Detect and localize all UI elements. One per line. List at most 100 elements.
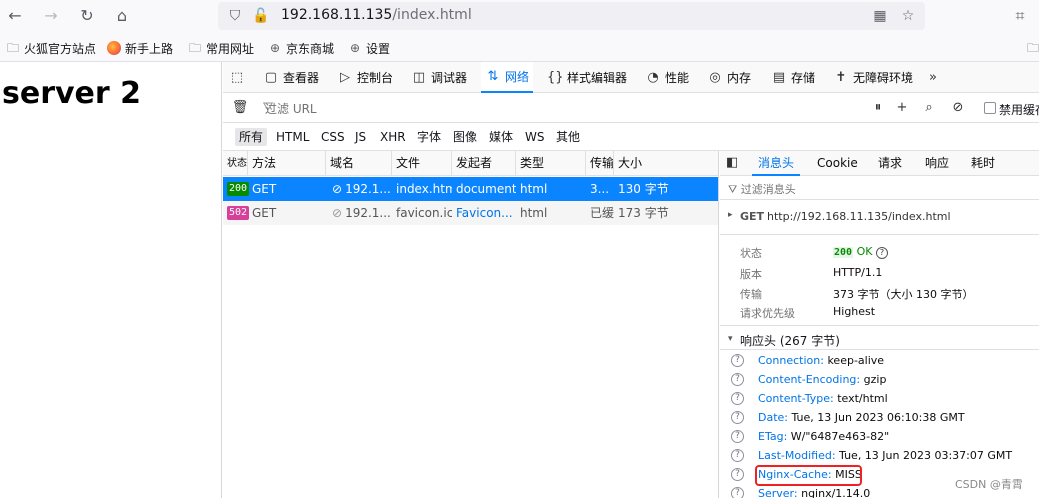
table-row[interactable]: 502 GET ⊘192.1... favicon.ico Favicon...… (223, 201, 718, 225)
type-filter-css[interactable]: CSS (317, 128, 349, 146)
globe-icon: ⊕ (269, 41, 281, 55)
type-filter-images[interactable]: 图像 (449, 128, 481, 146)
tab-network[interactable]: ⇅ 网络 (481, 62, 534, 93)
folder-icon[interactable]: 🗀 (1026, 39, 1039, 57)
toggle-sidebar-icon[interactable]: ◧ (726, 151, 738, 176)
storage-icon: ▤ (772, 70, 786, 85)
forward-icon[interactable]: → (40, 5, 62, 27)
type-filter-js[interactable]: JS (351, 128, 370, 146)
filter-url-input[interactable]: 过滤 URL (265, 100, 317, 117)
table-header: 状态 方法 域名 文件 发起者 类型 传输 大小 (223, 151, 718, 176)
type-filter-other[interactable]: 其他 (552, 128, 584, 146)
tab-inspector[interactable]: ▢ 查看器 (263, 62, 319, 93)
filter-icon: ⛛ (728, 183, 741, 196)
trash-icon[interactable]: 🗑 (231, 99, 249, 117)
bookmark-item[interactable]: 新手上路 (107, 39, 173, 57)
tab-request[interactable]: 请求 (878, 151, 902, 176)
bookmark-item[interactable]: 🗀 常用网址 (188, 39, 254, 57)
url-bar[interactable]: ⛉ 🔓 192.168.11.135/index.html ▦ ☆ (218, 2, 925, 30)
col-status[interactable]: 状态 (223, 151, 248, 176)
bookmark-item[interactable]: 🗀 火狐官方站点 (6, 39, 96, 57)
tab-headers[interactable]: 消息头 (752, 151, 801, 176)
cell-domain: ⊘ 192.1... (332, 182, 391, 196)
disable-cache-checkbox[interactable] (984, 102, 996, 114)
tab-memory[interactable]: ◎ 内存 (707, 62, 751, 93)
bookmarks-bar: 🗀 火狐官方站点 新手上路 🗀 常用网址 ⊕ 京东商城 ⊕ 设置 🗀 (0, 32, 1039, 62)
element-picker-icon[interactable]: ⬚ (229, 62, 245, 93)
collapse-icon: ▾ (728, 334, 733, 344)
response-header[interactable]: ? Content-Encoding: gzip (720, 371, 1039, 390)
response-header[interactable]: ? Date: Tue, 13 Jun 2023 06:10:38 GMT (720, 409, 1039, 428)
tab-timings[interactable]: 耗时 (971, 151, 995, 176)
type-filter-html[interactable]: HTML (272, 128, 313, 146)
col-domain[interactable]: 域名 (326, 151, 392, 176)
more-tabs-icon[interactable]: » (925, 62, 941, 93)
cell-file: index.htm (396, 182, 452, 196)
devtools-panel: ⬚ ▢ 查看器 ▷ 控制台 ◫ 调试器 ⇅ 网络 {} 样式编辑器 ◔ 性能 ◎ 内存 ▤ 存储… (223, 62, 1039, 498)
insecure-lock-icon[interactable]: 🔓 (251, 6, 271, 26)
crop-icon[interactable]: ⌗ (1009, 5, 1031, 27)
response-header[interactable]: ? Connection: keep-alive (720, 352, 1039, 371)
home-icon[interactable]: ⌂ (111, 5, 133, 27)
accessibility-icon: ✝ (835, 70, 847, 85)
disable-cache-label: 禁用缓存 (999, 103, 1039, 117)
request-table: 状态 方法 域名 文件 发起者 类型 传输 大小 200 GET ⊘ 192.1.… (223, 151, 719, 498)
shield-icon[interactable]: ⛉ (225, 6, 245, 26)
bookmark-star-icon[interactable]: ☆ (898, 6, 918, 26)
status-badge: 502 (227, 206, 249, 220)
request-details-panel: ◧ 消息头 Cookie 请求 响应 耗时 ⛛ 过滤消息头 ▸ GET http… (720, 151, 1039, 498)
col-type[interactable]: 类型 (516, 151, 586, 176)
cell-initiator[interactable]: Favicon... (452, 201, 516, 225)
headers-filter[interactable]: ⛛ 过滤消息头 (720, 176, 1039, 200)
pause-icon[interactable]: ⏸ (869, 99, 887, 117)
page-title: server 2 (2, 76, 142, 111)
gauge-icon: ◔ (647, 70, 659, 85)
tab-performance[interactable]: ◔ 性能 (645, 62, 689, 93)
col-method[interactable]: 方法 (248, 151, 326, 176)
help-icon: ? (731, 430, 744, 443)
table-row[interactable]: 200 GET ⊘ 192.1... index.htm document htm… (223, 177, 718, 201)
reload-icon[interactable]: ↻ (76, 5, 98, 27)
back-icon[interactable]: ← (4, 5, 26, 27)
response-header[interactable]: ? Last-Modified: Tue, 13 Jun 2023 03:37:0… (720, 447, 1039, 466)
type-filter-fonts[interactable]: 字体 (413, 128, 445, 146)
type-filter-xhr[interactable]: XHR (376, 128, 410, 146)
insecure-icon: ⊘ (332, 206, 343, 220)
block-icon[interactable]: ⊘ (949, 99, 967, 117)
response-header[interactable]: ? ETag: W/"6487e463-82" (720, 428, 1039, 447)
bookmark-item[interactable]: ⊕ 京东商城 (268, 39, 334, 57)
help-icon: ? (731, 392, 744, 405)
type-filter-media[interactable]: 媒体 (485, 128, 517, 146)
tab-response[interactable]: 响应 (925, 151, 949, 176)
memory-icon: ◎ (709, 70, 721, 85)
network-icon: ⇅ (487, 69, 499, 84)
col-transfer[interactable]: 传输 (586, 151, 614, 176)
cell-size: 130 字节 (618, 182, 669, 196)
status-badge: 200 (227, 182, 249, 196)
col-initiator[interactable]: 发起者 (452, 151, 516, 176)
type-filter-all[interactable]: 所有 (235, 128, 268, 146)
help-icon: ? (731, 487, 744, 498)
search-icon[interactable]: ⌕ (920, 99, 938, 117)
tab-storage[interactable]: ▤ 存储 (771, 62, 815, 93)
tab-debugger[interactable]: ◫ 调试器 (411, 62, 467, 93)
tab-style-editor[interactable]: {} 样式编辑器 (547, 62, 627, 93)
cell-transfer: 3... (590, 182, 610, 196)
col-size[interactable]: 大小 (614, 151, 718, 176)
folder-icon: 🗀 (6, 41, 19, 55)
col-file[interactable]: 文件 (392, 151, 452, 176)
type-filter-ws[interactable]: WS (521, 128, 548, 146)
tab-cookie[interactable]: Cookie (817, 151, 858, 176)
details-tabs: ◧ 消息头 Cookie 请求 响应 耗时 (720, 151, 1039, 176)
help-icon[interactable]: ? (875, 247, 888, 259)
qr-code-icon[interactable]: ▦ (870, 6, 890, 26)
response-header[interactable]: ? Content-Type: text/html (720, 390, 1039, 409)
cell-type: html (520, 206, 548, 220)
bookmark-item[interactable]: ⊕ 设置 (348, 39, 390, 57)
tab-accessibility[interactable]: ✝ 无障碍环境 (833, 62, 913, 93)
plus-icon[interactable]: + (893, 99, 911, 117)
help-icon: ? (731, 411, 744, 424)
tab-console[interactable]: ▷ 控制台 (337, 62, 393, 93)
url-text[interactable]: 192.168.11.135/index.html (281, 7, 472, 23)
cell-size: 173 字节 (618, 206, 669, 220)
